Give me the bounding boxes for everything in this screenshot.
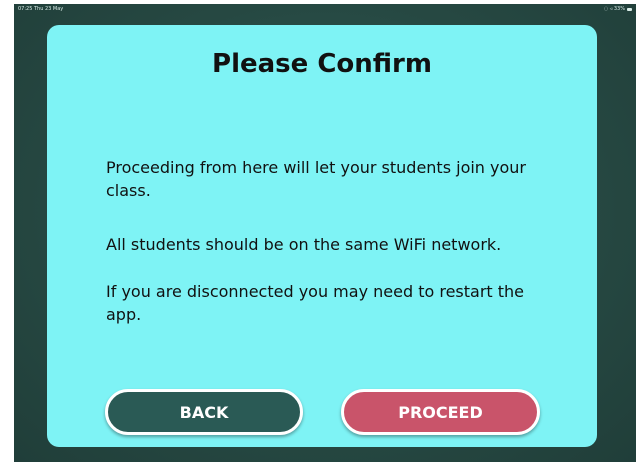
- back-button[interactable]: BACK: [105, 389, 303, 435]
- dialog-paragraph-wifi: All students should be on the same WiFi …: [106, 235, 502, 254]
- proceed-button[interactable]: PROCEED: [341, 389, 540, 435]
- screenshot-frame: 07:25 Thu 23 May ◌ ◃ 33% Please Confirm …: [0, 0, 637, 464]
- dialog-paragraph-disconnect: If you are disconnected you may need to …: [106, 282, 525, 324]
- status-time-date: 07:25 Thu 23 May: [18, 6, 64, 12]
- back-button-label: BACK: [179, 402, 229, 422]
- app-screen: 07:25 Thu 23 May ◌ ◃ 33% Please Confirm …: [14, 4, 636, 462]
- dialog-title: Please Confirm: [212, 49, 432, 79]
- confirm-dialog: Please Confirm Proceeding from here will…: [47, 25, 597, 447]
- status-indicators: ◌ ◃ 33%: [604, 6, 632, 12]
- battery-icon: [627, 7, 632, 11]
- status-bar: 07:25 Thu 23 May ◌ ◃ 33%: [14, 4, 636, 14]
- proceed-button-label: PROCEED: [398, 402, 483, 422]
- dialog-paragraph-join: Proceeding from here will let your stude…: [106, 158, 526, 200]
- status-indicator-text: ◌ ◃ 33%: [603, 6, 625, 12]
